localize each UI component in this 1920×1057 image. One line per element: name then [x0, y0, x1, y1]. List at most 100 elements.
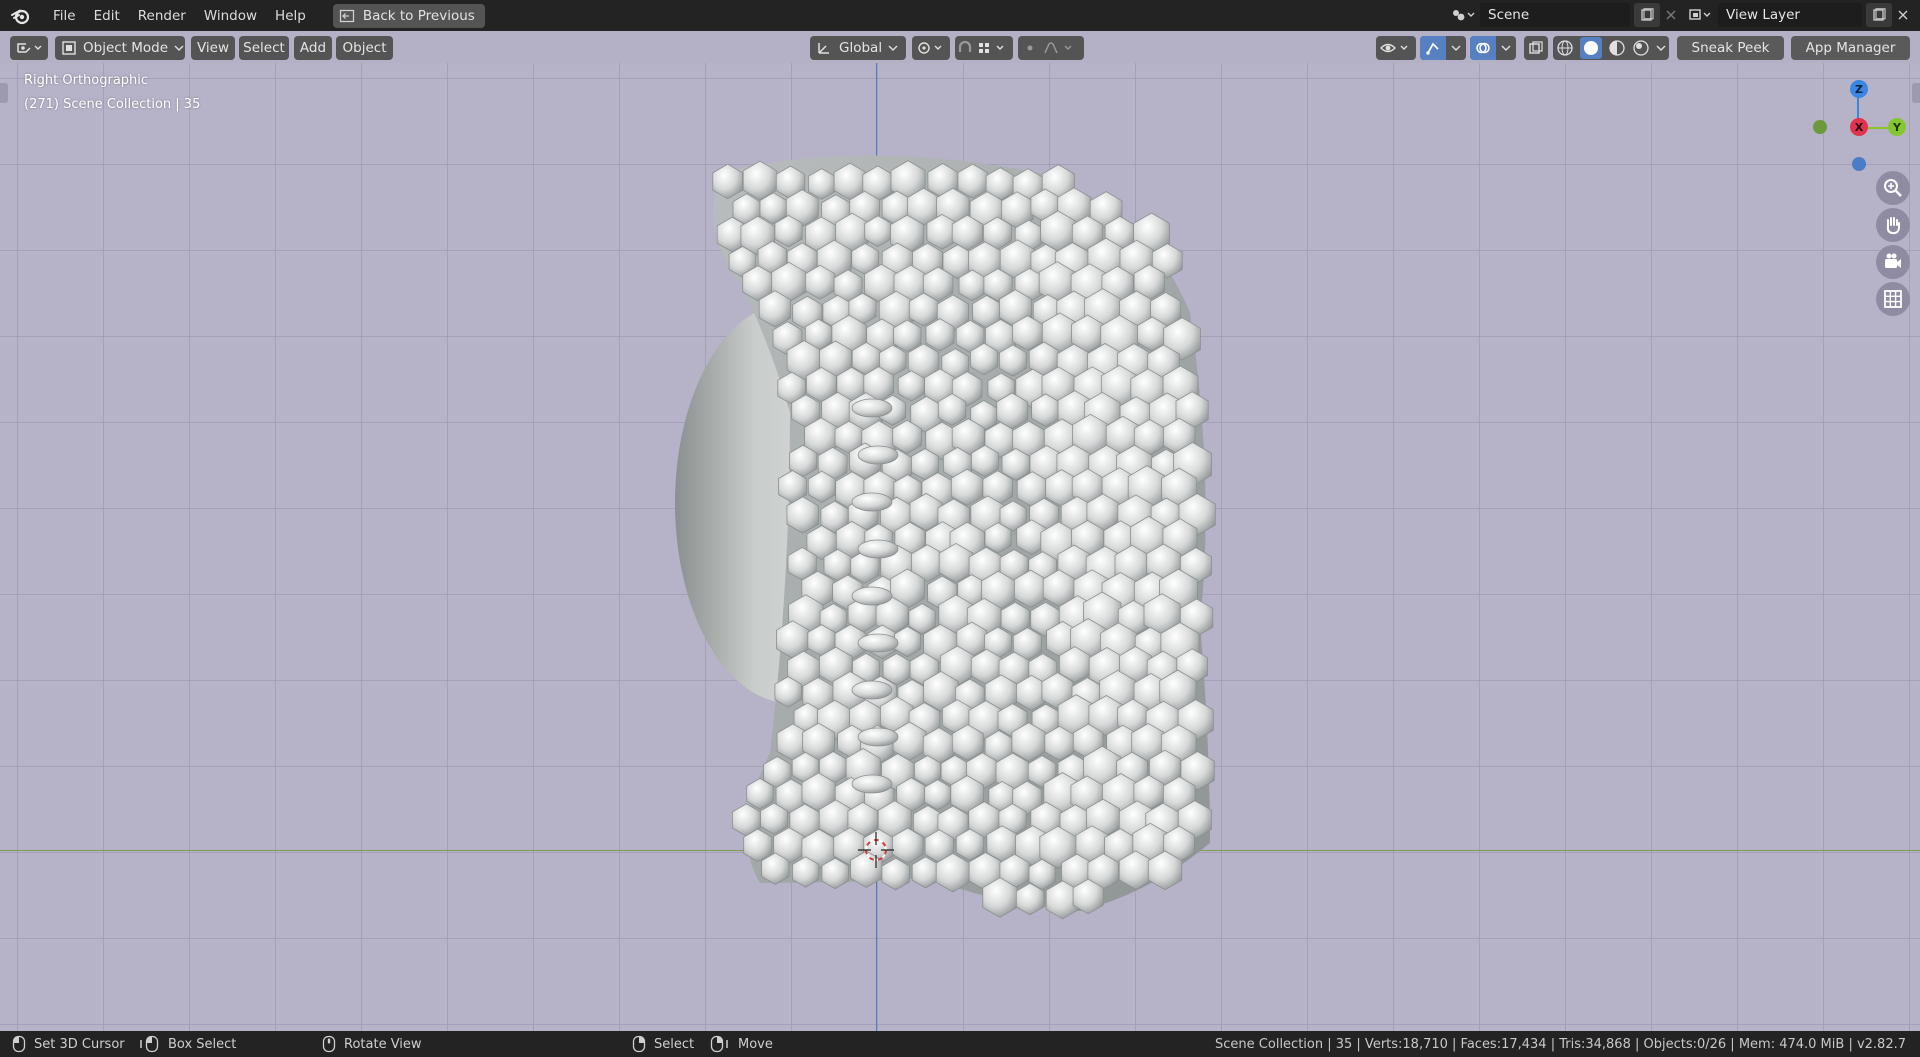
- gizmo-toggle[interactable]: [1420, 36, 1466, 60]
- show-gizmo-icon: [1420, 36, 1446, 60]
- select-menu-label: Select: [243, 40, 285, 56]
- object-mode-icon: [62, 41, 76, 55]
- scene-browse-icon[interactable]: [1446, 3, 1480, 27]
- add-menu-label: Add: [299, 40, 327, 56]
- chevron-down-icon[interactable]: [1656, 44, 1666, 52]
- proportional-editing-icon: [1027, 42, 1072, 54]
- proportional-editing-controls[interactable]: [1018, 36, 1084, 60]
- view-layer-name-text: View Layer: [1726, 7, 1800, 23]
- gizmo-negative-y[interactable]: [1813, 120, 1827, 134]
- status-box-select: Box Select: [140, 1031, 236, 1057]
- rotate-view-text: Rotate View: [344, 1036, 422, 1052]
- mouse-left-icon: [12, 1035, 26, 1053]
- wireframe-shading-icon[interactable]: [1556, 39, 1574, 57]
- mouse-right-icon: [632, 1035, 646, 1053]
- editor-type-button[interactable]: [10, 36, 48, 60]
- move-text: Move: [738, 1036, 773, 1052]
- set-cursor-text: Set 3D Cursor: [34, 1036, 125, 1052]
- back-icon: [339, 9, 354, 22]
- xray-icon: [1529, 41, 1543, 54]
- snap-magnet-icon: [958, 40, 1004, 53]
- view-menu-label: View: [196, 40, 230, 56]
- status-set-3d-cursor: Set 3D Cursor: [12, 1031, 125, 1057]
- orientation-icon: [818, 43, 829, 54]
- object-menu-button[interactable]: Object: [336, 36, 393, 60]
- overlay-toggle[interactable]: [1470, 36, 1516, 60]
- app-manager-label: App Manager: [1805, 40, 1896, 56]
- gizmo-z-axis[interactable]: Z: [1850, 80, 1868, 98]
- status-rotate-view: Rotate View: [322, 1031, 422, 1057]
- hair-ridge: [851, 398, 893, 418]
- eye-icon: [1380, 43, 1408, 53]
- status-bar: Set 3D Cursor Box Select Rotate View Sel…: [0, 1031, 1920, 1057]
- app-manager-button[interactable]: App Manager: [1791, 36, 1910, 60]
- delete-scene-icon[interactable]: [1660, 3, 1682, 27]
- gizmo-negative-z[interactable]: [1852, 157, 1866, 171]
- back-to-previous-button[interactable]: Back to Previous: [332, 3, 485, 28]
- select-text: Select: [654, 1036, 695, 1052]
- gizmo-x-axis[interactable]: X: [1850, 118, 1868, 136]
- view-layer-browse-icon[interactable]: [1684, 3, 1718, 27]
- delete-view-layer-icon[interactable]: [1892, 3, 1914, 27]
- camera-view-icon[interactable]: [1876, 245, 1910, 279]
- viewport-header: Object Mode View Select Add Object Globa…: [0, 31, 1920, 63]
- menu-window[interactable]: Window: [195, 5, 266, 27]
- show-overlays-icon: [1470, 36, 1496, 60]
- hair-mesh-model[interactable]: [0, 63, 1920, 1031]
- menu-file[interactable]: File: [44, 5, 85, 27]
- chevron-down-icon: [888, 45, 898, 51]
- scene-name-field[interactable]: Scene: [1480, 3, 1630, 27]
- xray-toggle[interactable]: [1524, 36, 1548, 60]
- hair-ridge: [851, 492, 893, 512]
- pivot-point-dropdown[interactable]: [912, 36, 950, 60]
- visibility-dropdown[interactable]: [1376, 36, 1416, 60]
- new-view-layer-icon[interactable]: [1866, 3, 1892, 27]
- hair-ridge: [851, 680, 893, 700]
- view-menu-button[interactable]: View: [191, 36, 235, 60]
- main-menu: File Edit Render Window Help: [44, 5, 315, 27]
- pan-hand-icon[interactable]: [1876, 208, 1910, 242]
- blender-logo-icon[interactable]: [8, 3, 34, 29]
- orthographic-grid-icon[interactable]: [1876, 282, 1910, 316]
- sneak-peek-label: Sneak Peek: [1691, 40, 1770, 56]
- menu-render[interactable]: Render: [129, 5, 195, 27]
- solid-shading-icon[interactable]: [1580, 37, 1602, 59]
- mouse-middle-icon: [322, 1035, 336, 1053]
- mouse-right-drag-icon: [710, 1035, 728, 1053]
- new-scene-icon[interactable]: [1634, 3, 1660, 27]
- menu-edit[interactable]: Edit: [85, 5, 129, 27]
- hair-ridge: [857, 445, 899, 465]
- rendered-shading-icon[interactable]: [1632, 39, 1650, 57]
- object-mode-label: Object Mode: [83, 40, 169, 56]
- add-menu-button[interactable]: Add: [294, 36, 332, 60]
- chevron-down-icon: [1451, 45, 1461, 51]
- snap-controls[interactable]: [955, 36, 1013, 60]
- hair-ridge: [857, 727, 899, 747]
- 3d-viewport[interactable]: Right Orthographic (271) Scene Collectio…: [0, 63, 1920, 1031]
- back-to-previous-label: Back to Previous: [362, 7, 475, 24]
- orientation-label: Global: [839, 40, 883, 56]
- material-preview-icon[interactable]: [1608, 39, 1626, 57]
- menu-help[interactable]: Help: [266, 5, 315, 27]
- zoom-icon[interactable]: [1876, 171, 1910, 205]
- shading-mode-group: [1553, 36, 1669, 60]
- hair-ridge: [857, 539, 899, 559]
- scene-name-text: Scene: [1488, 7, 1530, 23]
- hair-ridge: [857, 633, 899, 653]
- select-menu-button[interactable]: Select: [239, 36, 289, 60]
- sneak-peek-button[interactable]: Sneak Peek: [1677, 36, 1784, 60]
- object-mode-dropdown[interactable]: Object Mode: [55, 36, 185, 60]
- scene-selector: Scene: [1446, 3, 1682, 27]
- hair-ridge: [851, 774, 893, 794]
- box-select-text: Box Select: [168, 1036, 237, 1052]
- gizmo-y-axis[interactable]: Y: [1888, 118, 1906, 136]
- chevron-down-icon: [174, 45, 184, 51]
- transform-orientation-dropdown[interactable]: Global: [810, 36, 906, 60]
- view-layer-name-field[interactable]: View Layer: [1718, 3, 1862, 27]
- status-move: Move: [710, 1031, 773, 1057]
- hair-ridge: [851, 586, 893, 606]
- pivot-point-icon: [918, 42, 942, 54]
- status-select: Select: [632, 1031, 694, 1057]
- chevron-down-icon: [1501, 45, 1511, 51]
- view-layer-selector: View Layer: [1684, 3, 1914, 27]
